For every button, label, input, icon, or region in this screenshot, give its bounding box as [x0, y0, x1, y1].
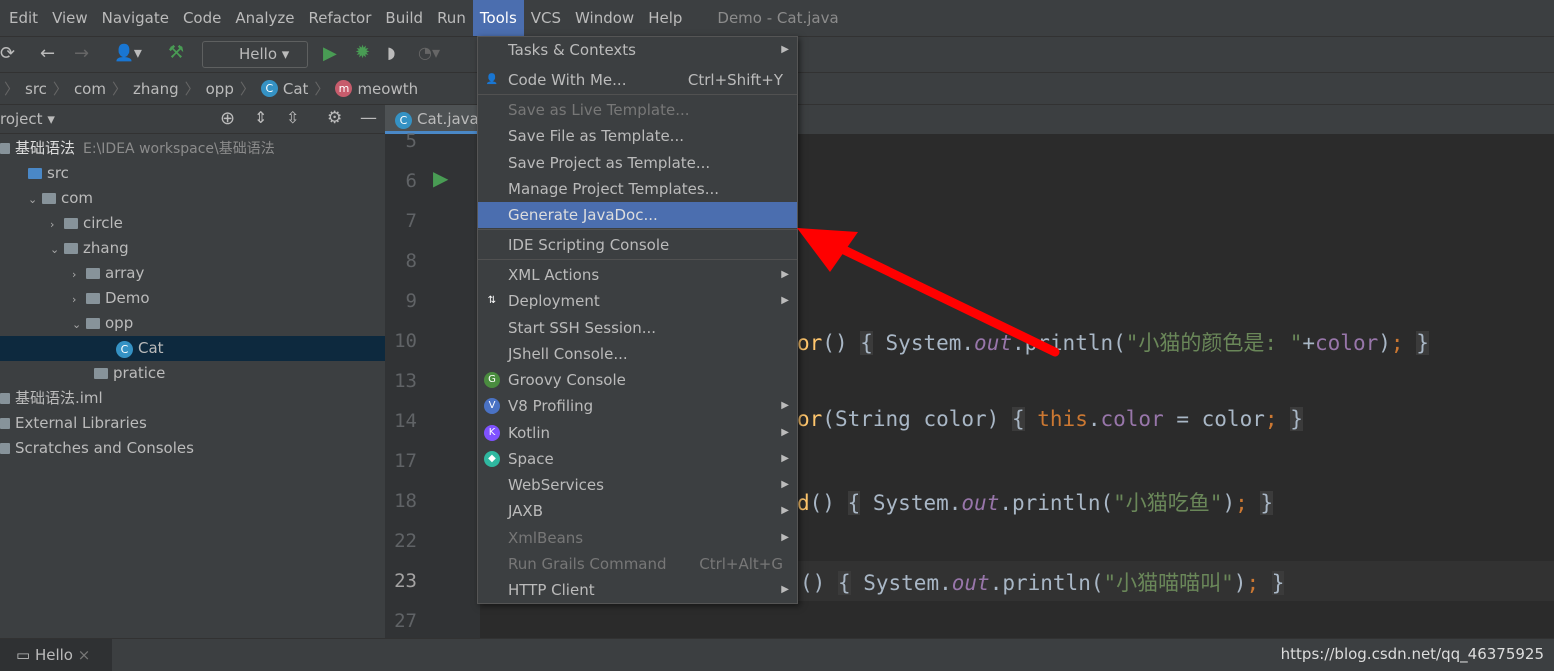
- arrow-shaft: [835, 243, 1060, 357]
- annotation-arrow: [797, 228, 1060, 357]
